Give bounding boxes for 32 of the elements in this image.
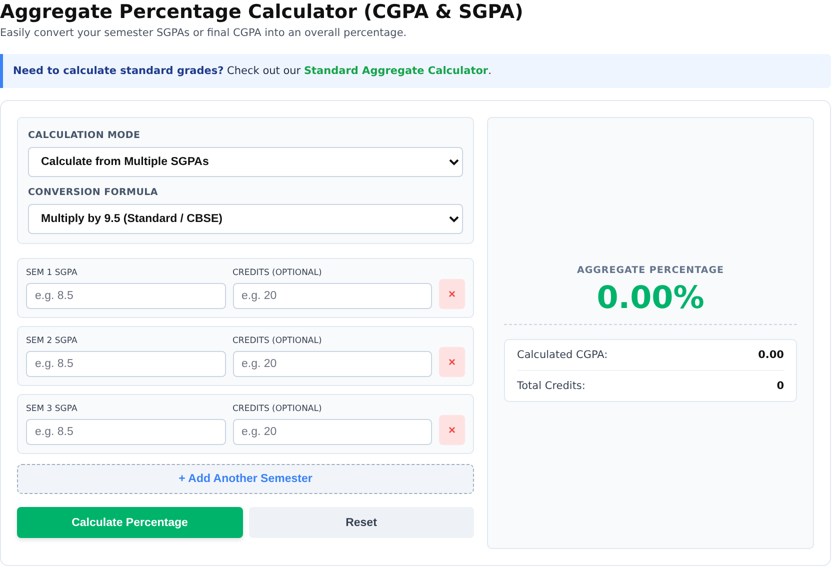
field-label: SEM 2 SGPA [26, 336, 78, 346]
field-label: CONVERSION FORMULA [28, 187, 159, 198]
field-label: CREDITS (OPTIONAL) [232, 404, 323, 414]
detail-value: 0.00 [758, 348, 784, 360]
notice-text: Need to calculate standard grades? Check out our Standard Aggregate Calculator. [13, 65, 492, 77]
field-label: SEM 3 SGPA [26, 404, 78, 414]
result-label: AGGREGATE PERCENTAGE [576, 264, 725, 276]
remove-button[interactable]: × [439, 279, 465, 309]
reset-button[interactable]: Reset [248, 507, 474, 538]
page-subtitle: Easily convert your semester SGPAs or final CGPA into an overall percentage. [0, 26, 408, 40]
input-field[interactable]: e.g. 8.5 [26, 351, 226, 377]
dropdown[interactable]: Calculate from Multiple SGPAs [28, 147, 463, 177]
input-field[interactable]: e.g. 20 [232, 283, 432, 309]
field-label: CREDITS (OPTIONAL) [232, 268, 323, 278]
input-field[interactable]: e.g. 8.5 [26, 283, 226, 309]
result-value: 0.00% [596, 280, 706, 316]
field-label: SEM 1 SGPA [26, 268, 78, 278]
calculate-button[interactable]: Calculate Percentage [17, 507, 242, 538]
input-field[interactable]: e.g. 8.5 [26, 419, 226, 445]
calculator-link[interactable]: Standard Aggregate Calculator [304, 65, 488, 77]
input-field[interactable]: e.g. 20 [232, 419, 432, 445]
page-title: Aggregate Percentage Calculator (CGPA & SGPA) [0, 0, 524, 23]
remove-button[interactable]: × [439, 415, 465, 445]
detail-value: 0 [776, 380, 784, 392]
field-label: CALCULATION MODE [28, 130, 142, 141]
remove-button[interactable]: × [439, 347, 465, 377]
input-field[interactable]: e.g. 20 [232, 351, 432, 377]
add-semester-button[interactable]: + Add Another Semester [17, 464, 474, 494]
field-label: CREDITS (OPTIONAL) [232, 336, 323, 346]
detail-label: Total Credits: [517, 380, 586, 392]
detail-label: Calculated CGPA: [517, 348, 608, 360]
dropdown[interactable]: Multiply by 9.5 (Standard / CBSE) [28, 204, 463, 234]
